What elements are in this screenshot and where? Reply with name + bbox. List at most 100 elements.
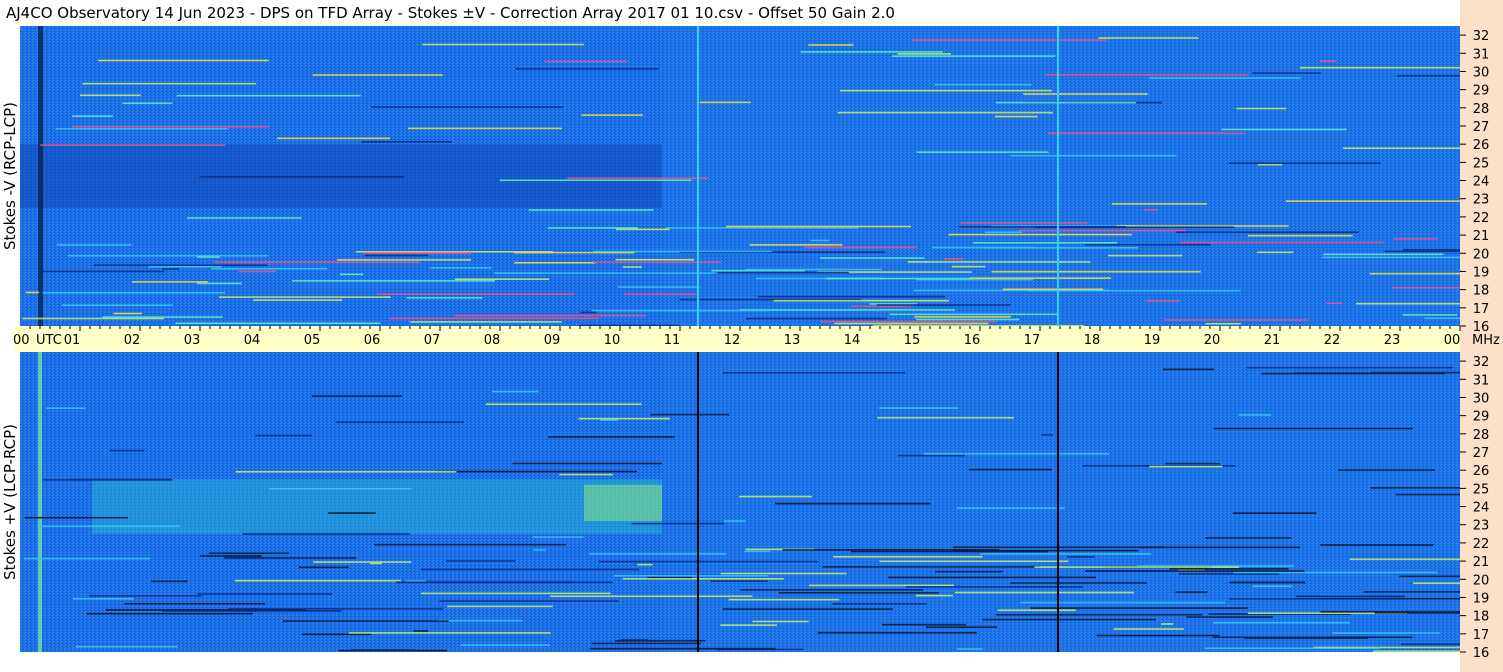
interference-streak [720, 624, 777, 626]
lower-panel-ylabel: Stokes +V (LCP-RCP) [1, 424, 19, 580]
interference-streak [1163, 368, 1215, 371]
interference-streak [1040, 434, 1054, 436]
dark-column [38, 26, 43, 326]
interference-streak [1338, 469, 1435, 471]
interference-streak [817, 631, 977, 634]
frequency-tick-label: 19 [1473, 265, 1490, 280]
frequency-tick-label: 24 [1473, 175, 1490, 190]
interference-streak [1320, 60, 1337, 63]
interference-streak [580, 311, 597, 314]
interference-streak [175, 322, 381, 325]
interference-streak [948, 233, 1132, 236]
interference-streak [879, 407, 959, 409]
time-tick-label: 17 [1024, 333, 1041, 348]
interference-streak [782, 549, 1000, 551]
interference-streak [722, 608, 893, 610]
interference-streak [774, 502, 931, 505]
interference-streak [1369, 272, 1460, 275]
frequency-tick-label: 27 [1473, 120, 1490, 135]
interference-streak [113, 312, 143, 315]
interference-streak [1363, 591, 1460, 593]
interference-streak [1355, 302, 1460, 305]
interference-streak [951, 265, 986, 268]
interference-streak [916, 151, 1049, 153]
interference-streak [954, 591, 1135, 594]
interference-streak [197, 282, 242, 285]
interference-streak [1252, 585, 1293, 588]
interference-streak [311, 395, 403, 397]
interference-streak [1322, 256, 1460, 259]
interference-streak [242, 533, 410, 535]
interference-streak [804, 246, 918, 249]
time-tick-label: 15 [904, 333, 921, 348]
interference-streak [593, 261, 722, 264]
interference-streak [699, 101, 752, 104]
time-tick-label: 07 [424, 333, 441, 348]
interference-streak [410, 321, 562, 323]
interference-streak [299, 566, 349, 569]
interference-streak [850, 550, 1049, 553]
time-tick-label: 10 [604, 333, 621, 348]
event-marker-line [697, 26, 699, 326]
interference-streak [148, 265, 222, 268]
interference-streak [224, 557, 357, 559]
interference-streak [1396, 74, 1460, 77]
time-tick-label: 13 [784, 333, 801, 348]
interference-streak [911, 39, 1107, 41]
upper-panel-ylabel: Stokes -V (RCP-LCP) [1, 102, 19, 250]
interference-streak [837, 111, 1053, 114]
interference-streak [61, 304, 173, 306]
interference-streak [210, 267, 328, 270]
time-tick-label: 16 [964, 333, 981, 348]
frequency-tick-label: 30 [1473, 65, 1490, 80]
interference-streak [1326, 302, 1343, 305]
interference-streak [313, 561, 412, 563]
interference-streak [533, 549, 546, 551]
interference-streak [1149, 77, 1301, 79]
interference-streak [151, 580, 188, 583]
interference-streak [1010, 582, 1147, 584]
interference-streak [122, 102, 173, 105]
interference-streak [72, 125, 270, 128]
time-axis-unit-label: UTC [36, 333, 62, 348]
interference-streak [968, 468, 1052, 471]
interference-streak [72, 115, 113, 117]
interference-streak [1205, 537, 1292, 539]
interference-streak [499, 179, 692, 182]
interference-streak [406, 297, 483, 299]
interference-streak [944, 258, 963, 260]
interference-streak [89, 595, 202, 597]
interference-streak [559, 473, 613, 476]
interference-streak [820, 257, 925, 259]
interference-streak [132, 281, 208, 283]
interference-streak [446, 560, 516, 562]
interference-streak [335, 421, 464, 424]
frequency-tick-label: 26 [1473, 138, 1490, 153]
interference-streak [23, 557, 151, 560]
interference-streak [745, 268, 882, 271]
interference-streak [598, 560, 818, 563]
time-tick-label: 05 [304, 333, 321, 348]
interference-streak [1247, 234, 1353, 237]
frequency-tick-label: 18 [1473, 284, 1490, 299]
interference-streak [613, 574, 769, 577]
interference-streak [744, 550, 771, 553]
frequency-tick-label: 31 [1473, 47, 1490, 62]
lower-panel: 32 31 30 29 28 27 26 25 24 23 22 21 20 19 18 17 16 Stoke… [1, 352, 1489, 661]
interference-streak [1098, 37, 1199, 39]
interference-streak [1393, 237, 1438, 240]
interference-streak [22, 317, 164, 320]
interference-streak [186, 217, 302, 219]
interference-streak [350, 649, 415, 651]
time-tick-label: 20 [1204, 333, 1221, 348]
interference-streak [1221, 128, 1347, 131]
interference-streak [268, 487, 413, 490]
interference-streak [720, 572, 847, 575]
interference-streak [969, 277, 1112, 279]
interference-streak [161, 610, 342, 612]
interference-streak [1034, 566, 1240, 568]
interference-streak [396, 581, 574, 584]
interference-streak [371, 106, 564, 108]
interference-streak [1257, 251, 1294, 254]
interference-streak [407, 127, 562, 130]
